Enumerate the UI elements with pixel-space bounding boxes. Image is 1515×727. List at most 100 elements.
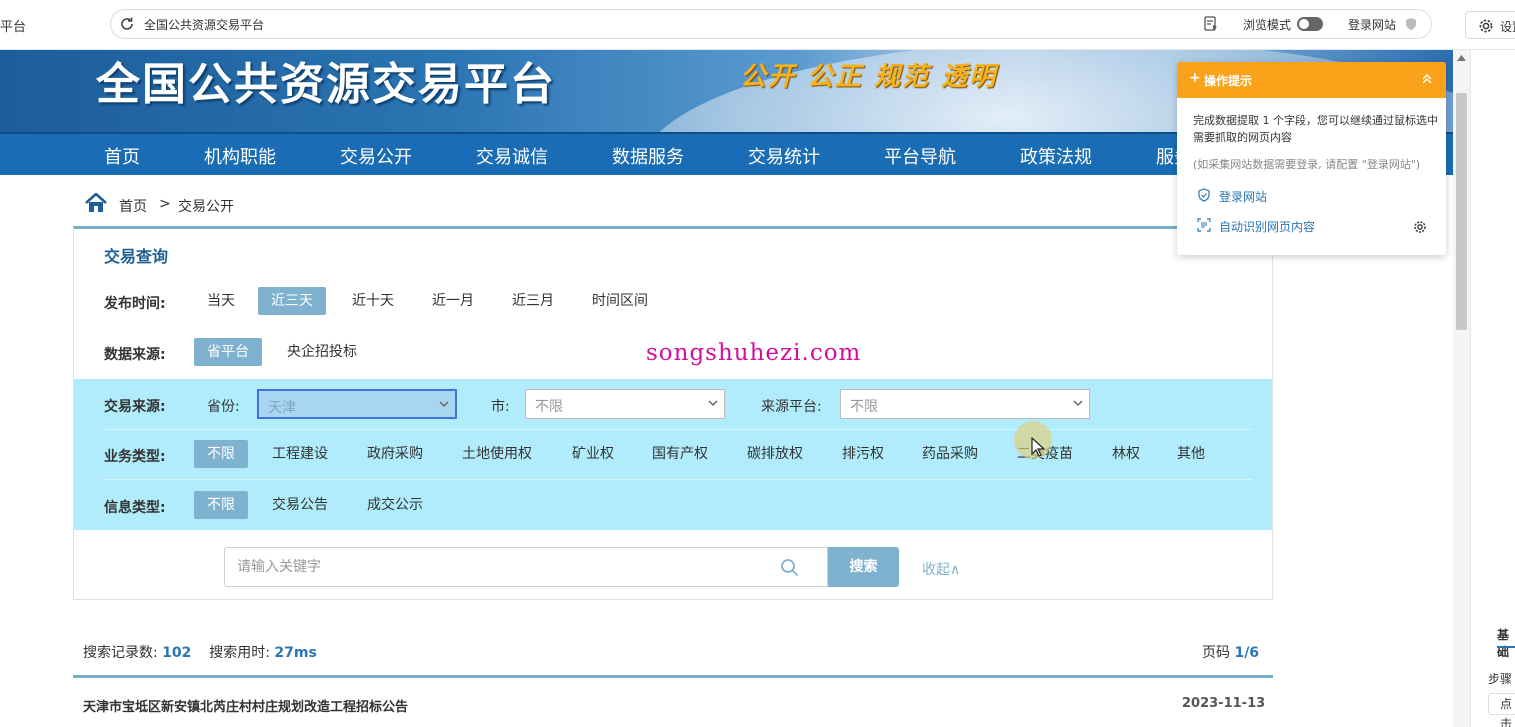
reader-icon[interactable]: [1204, 16, 1218, 32]
chevron-down-icon: [439, 401, 449, 408]
scroll-up-icon[interactable]: [1457, 55, 1466, 61]
query-panel: 交易查询 发布时间: 当天 近三天 近十天 近一月 近三月 时间区间 数据来源:…: [73, 226, 1273, 600]
breadcrumb-home[interactable]: 首页: [119, 196, 147, 216]
breadcrumb-current: 交易公开: [178, 199, 234, 215]
publish-time-10days[interactable]: 近十天: [339, 287, 407, 315]
collapse-link[interactable]: 收起∧: [922, 559, 960, 579]
tip-login-site-label: 登录网站: [1219, 190, 1268, 204]
province-value: 天津: [268, 400, 296, 416]
business-type-all[interactable]: 不限: [194, 440, 248, 468]
result-date: 2023-11-13: [1182, 696, 1266, 711]
search-icon[interactable]: [780, 558, 800, 578]
page-value: 1/6: [1234, 645, 1260, 661]
info-type-all[interactable]: 不限: [194, 491, 248, 519]
browse-mode-label: 浏览模式: [1243, 18, 1292, 32]
scan-icon: [1197, 218, 1211, 232]
business-type-mining[interactable]: 矿业权: [559, 440, 627, 468]
nav-item-statistics[interactable]: 交易统计: [748, 143, 820, 169]
site-slogan: 公开 公正 规范 透明: [740, 62, 998, 92]
trade-source-label: 交易来源:: [104, 399, 166, 415]
collapse-up-icon[interactable]: [1421, 73, 1433, 85]
nav-item-data-service[interactable]: 数据服务: [612, 143, 684, 169]
nav-item-policy[interactable]: 政策法规: [1020, 143, 1092, 169]
filter-band: 交易来源: 省份: 天津 市: 不限 来源平台: 不限 业务类型: 不限 工程建…: [74, 379, 1272, 530]
browser-toolbar: 平台 全国公共资源交易平台 浏览模式 登录网站 设置: [0, 0, 1515, 50]
business-type-other[interactable]: 其他: [1164, 440, 1218, 468]
tip-message: 完成数据提取 1 个字段，您可以继续通过鼠标选中需要抓取的网页内容: [1193, 114, 1438, 144]
operation-tip-popup: + 操作提示 完成数据提取 1 个字段，您可以继续通过鼠标选中需要抓取的网页内容…: [1177, 62, 1446, 255]
chevron-down-icon: [1073, 400, 1083, 407]
info-type-announcement[interactable]: 交易公告: [259, 491, 341, 519]
side-panel-click-button[interactable]: 点击: [1488, 693, 1515, 727]
tip-header: + 操作提示: [1177, 62, 1446, 98]
watermark: songshuhezi.com: [646, 340, 862, 366]
business-type-carbon[interactable]: 碳排放权: [734, 440, 816, 468]
query-panel-title: 交易查询: [104, 247, 169, 266]
business-type-drugs[interactable]: 药品采购: [909, 440, 991, 468]
scrollbar-thumb[interactable]: [1456, 93, 1467, 330]
business-type-state-assets[interactable]: 国有产权: [639, 440, 721, 468]
business-type-construction[interactable]: 工程建设: [259, 440, 341, 468]
tip-auto-detect-link[interactable]: 自动识别网页内容: [1197, 218, 1315, 235]
info-type-result[interactable]: 成交公示: [354, 491, 436, 519]
shield-icon: [1406, 18, 1416, 30]
province-label: 省份:: [207, 399, 240, 415]
data-source-province[interactable]: 省平台: [194, 338, 262, 366]
tip-auto-detect-label: 自动识别网页内容: [1219, 220, 1316, 234]
settings-button[interactable]: 设置: [1465, 11, 1515, 39]
platform-label: 来源平台:: [761, 399, 822, 415]
platform-value: 不限: [850, 399, 878, 415]
nav-item-functions[interactable]: 机构职能: [204, 143, 276, 169]
side-panel-step-label: 步骤: [1488, 672, 1513, 686]
search-time: 27ms: [274, 645, 317, 661]
publish-time-1month[interactable]: 近一月: [419, 287, 487, 315]
band-divider: [102, 479, 1252, 480]
search-box: [224, 547, 828, 587]
tip-login-site-link[interactable]: 登录网站: [1197, 188, 1267, 205]
address-bar[interactable]: 全国公共资源交易平台 浏览模式 登录网站: [110, 9, 1432, 39]
business-type-procurement[interactable]: 政府采购: [354, 440, 436, 468]
business-type-forest[interactable]: 林权: [1099, 440, 1153, 468]
nav-item-trade-open[interactable]: 交易公开: [340, 143, 412, 169]
search-button[interactable]: 搜索: [828, 547, 899, 587]
province-select[interactable]: 天津: [257, 389, 457, 419]
band-divider: [102, 429, 1252, 430]
publish-time-range[interactable]: 时间区间: [579, 287, 661, 315]
publish-time-today[interactable]: 当天: [194, 287, 248, 315]
page-scrollbar[interactable]: [1453, 50, 1470, 727]
info-type-label: 信息类型:: [104, 500, 166, 516]
tip-hint: (如采集网站数据需要登录, 请配置 "登录网站"): [1193, 158, 1421, 171]
search-input[interactable]: [237, 557, 757, 577]
breadcrumb-separator: >: [159, 196, 171, 212]
nav-item-home[interactable]: 首页: [104, 143, 140, 169]
business-type-land[interactable]: 土地使用权: [449, 440, 545, 468]
mouse-cursor-icon: [1031, 437, 1045, 457]
tip-title: 操作提示: [1204, 74, 1253, 88]
result-title[interactable]: 天津市宝坻区新安镇北芮庄村村庄规划改造工程招标公告: [83, 696, 408, 715]
publish-time-3months[interactable]: 近三月: [499, 287, 567, 315]
gear-icon[interactable]: [1413, 220, 1427, 234]
city-label: 市:: [491, 399, 510, 415]
tab-title-fragment[interactable]: 平台: [0, 16, 26, 35]
publish-time-3days[interactable]: 近三天: [258, 287, 326, 315]
nav-item-credit[interactable]: 交易诚信: [476, 143, 548, 169]
settings-label: 设置: [1500, 20, 1515, 34]
nav-item-platform-nav[interactable]: 平台导航: [884, 143, 956, 169]
url-text[interactable]: 全国公共资源交易平台: [144, 16, 264, 33]
city-value: 不限: [535, 399, 563, 415]
chevron-down-icon: [708, 400, 718, 407]
city-select[interactable]: 不限: [525, 389, 725, 419]
browse-mode-toggle[interactable]: [1297, 17, 1323, 31]
platform-select[interactable]: 不限: [840, 389, 1090, 419]
reload-icon[interactable]: [119, 16, 135, 32]
shield-check-icon: [1198, 188, 1210, 202]
data-source-central[interactable]: 央企招投标: [274, 338, 370, 366]
result-count-label: 搜索记录数:: [83, 645, 158, 661]
side-panel-tab[interactable]: 基础: [1497, 626, 1515, 660]
extension-side-panel: 基础 步骤 点击: [1470, 50, 1515, 727]
result-count: 102: [162, 645, 192, 661]
business-type-emission[interactable]: 排污权: [829, 440, 897, 468]
home-icon[interactable]: [85, 193, 107, 213]
business-type-label: 业务类型:: [104, 449, 166, 465]
login-site-link[interactable]: 登录网站: [1348, 16, 1396, 33]
